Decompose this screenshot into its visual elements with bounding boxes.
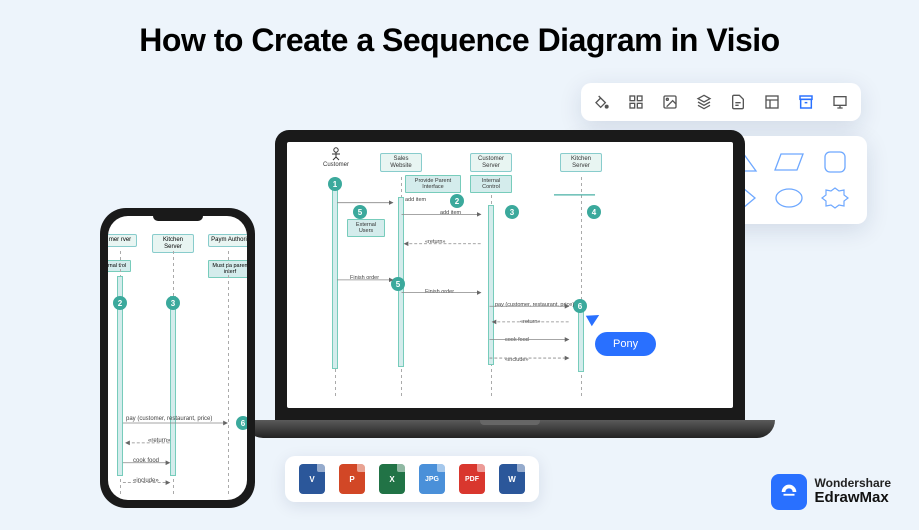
sequence-diagram: Customer Sales Website Customer Server K… (295, 147, 725, 403)
msg-label: add item (440, 210, 461, 216)
cursor-label: Pony (595, 332, 656, 356)
lifeline-label: Kitchen Server (560, 153, 602, 172)
file-format-row: V P X JPG PDF W (285, 456, 539, 502)
box-node: Internal Control (470, 175, 512, 193)
step-badge: 2 (450, 194, 464, 208)
msg-label: «return» (520, 319, 541, 325)
shape-seal[interactable] (819, 186, 851, 210)
shape-rounded-square[interactable] (819, 150, 851, 174)
page-icon[interactable] (729, 93, 747, 111)
lifeline-label: Sales Website (380, 153, 422, 172)
step-badge: 6 (236, 416, 247, 430)
step-badge: 6 (573, 299, 587, 313)
presentation-icon[interactable] (831, 93, 849, 111)
msg-label: add item (405, 197, 426, 203)
step-badge: 1 (328, 177, 342, 191)
box-node: External Users (347, 219, 385, 237)
layers-icon[interactable] (695, 93, 713, 111)
file-xls[interactable]: X (379, 464, 405, 494)
cursor-icon (586, 310, 602, 326)
phone-sequence-diagram: mer rver Kitchen Server Paym Authori rna… (108, 216, 247, 500)
msg-label: pay (customer, restaurant, price) (126, 416, 212, 422)
msg-label: cook food (133, 458, 159, 464)
lifeline-label: mer rver (108, 234, 137, 247)
file-pdf[interactable]: PDF (459, 464, 485, 494)
box-node: Provide Parent Interface (405, 175, 461, 193)
shape-parallelogram[interactable] (773, 150, 805, 174)
phone-mockup: mer rver Kitchen Server Paym Authori rna… (100, 208, 255, 508)
shape-ellipse[interactable] (773, 186, 805, 210)
image-icon[interactable] (661, 93, 679, 111)
toolbar-panel (581, 83, 861, 121)
msg-label: «return» (148, 438, 170, 444)
file-jpg[interactable]: JPG (419, 464, 445, 494)
file-visio[interactable]: V (299, 464, 325, 494)
fill-icon[interactable] (593, 93, 611, 111)
msg-label: Finish order (425, 289, 454, 295)
laptop-mockup: Customer Sales Website Customer Server K… (275, 130, 745, 438)
msg-label: «include» (133, 478, 159, 484)
msg-label: «return» (425, 239, 446, 245)
step-badge: 4 (587, 205, 601, 219)
msg-label: Finish order (350, 275, 379, 281)
step-badge: 5 (353, 205, 367, 219)
step-badge: 3 (166, 296, 180, 310)
file-word[interactable]: W (499, 464, 525, 494)
msg-label: cook food (505, 337, 529, 343)
step-badge: 3 (505, 205, 519, 219)
step-badge: 2 (113, 296, 127, 310)
step-badge: 5 (391, 277, 405, 291)
layout-icon[interactable] (763, 93, 781, 111)
lifeline-label: Paym Authori (208, 234, 247, 247)
brand-line-2: EdrawMax (815, 490, 891, 507)
msg-label: pay (customer, restaurant, price) (495, 302, 574, 308)
brand-logo-icon (771, 474, 807, 510)
file-ppt[interactable]: P (339, 464, 365, 494)
brand-lockup: Wondershare EdrawMax (771, 474, 891, 510)
msg-label: «include» (505, 357, 529, 363)
archive-icon[interactable] (797, 93, 815, 111)
grid-icon[interactable] (627, 93, 645, 111)
page-title: How to Create a Sequence Diagram in Visi… (0, 0, 919, 59)
lifeline-label: Customer (315, 162, 357, 168)
lifeline-label: Customer Server (470, 153, 512, 172)
